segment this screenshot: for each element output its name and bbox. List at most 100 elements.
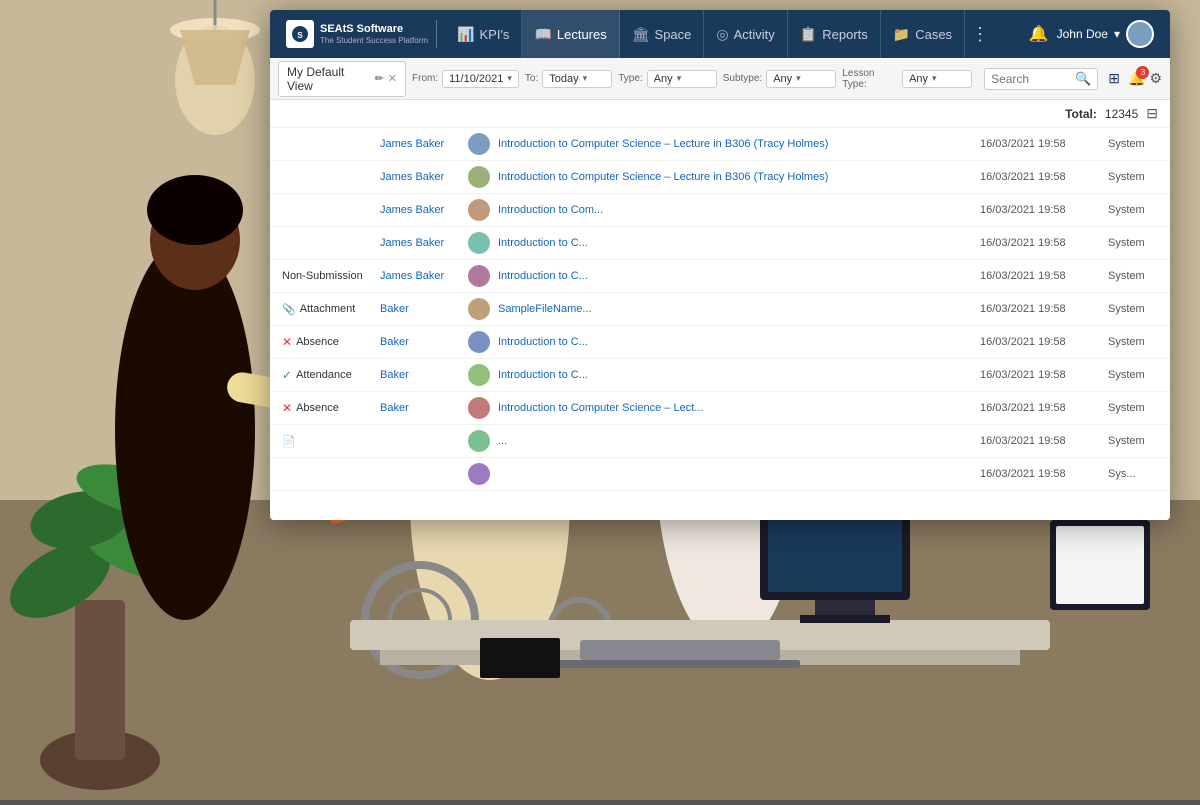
row-type-cell: ✓ Attendance (282, 368, 372, 382)
row-subject-link[interactable]: Introduction to Computer Science – Lect.… (498, 402, 972, 414)
total-label: Total: (1065, 107, 1097, 121)
search-box[interactable]: 🔍 (984, 68, 1098, 90)
more-menu-button[interactable]: ⋮ (965, 24, 995, 45)
row-student-link[interactable]: James Baker (380, 171, 460, 183)
subtype-select[interactable]: Any ▾ (766, 70, 836, 88)
lesson-type-select[interactable]: Any ▾ (902, 70, 972, 88)
nav-logo[interactable]: S SEAtS Software The Student Success Pla… (278, 20, 437, 48)
table-row: ✕ Absence Baker Introduction to Computer… (270, 392, 1170, 425)
row-subject-link[interactable]: Introduction to C... (498, 237, 972, 249)
nav-item-kpis[interactable]: 📊 KPI's (445, 10, 522, 58)
row-subject-link[interactable]: Introduction to C... (498, 369, 972, 381)
search-input[interactable] (991, 72, 1071, 86)
total-bar: Total: 12345 ⊟ (270, 100, 1170, 128)
filter-lesson-type: Lesson Type: Any ▾ (842, 68, 972, 90)
table-row: ✕ Absence Baker Introduction to C... 16/… (270, 326, 1170, 359)
kpis-icon: 📊 (457, 26, 474, 43)
row-student-link[interactable]: James Baker (380, 204, 460, 216)
filter-subtype: Subtype: Any ▾ (723, 70, 836, 88)
from-value: 11/10/2021 (449, 73, 503, 85)
row-student-link[interactable]: Baker (380, 303, 460, 315)
row-student-link[interactable]: Baker (380, 369, 460, 381)
nav-right: 🔔 John Doe ▾ (1021, 20, 1162, 48)
row-date: 16/03/2021 19:58 (980, 270, 1100, 282)
user-menu[interactable]: John Doe ▾ (1057, 20, 1154, 48)
subtype-chevron-icon: ▾ (796, 73, 801, 84)
row-source: System (1108, 204, 1158, 216)
to-label: To: (525, 73, 538, 84)
row-subject-link[interactable]: Introduction to C... (498, 336, 972, 348)
filter-type: Type: Any ▾ (618, 70, 716, 88)
nav-item-cases-label: Cases (915, 27, 952, 42)
table-row: James Baker Introduction to Computer Sci… (270, 161, 1170, 194)
columns-toggle-button[interactable]: ⊟ (1146, 105, 1158, 122)
view-tab[interactable]: My Default View ✏ ✕ (278, 61, 406, 97)
search-icon[interactable]: 🔍 (1075, 71, 1091, 87)
lesson-type-value: Any (909, 73, 928, 85)
row-type-cell: ✕ Absence (282, 401, 372, 415)
settings-button[interactable]: ⚙ (1149, 70, 1162, 87)
row-source: Sys... (1108, 468, 1158, 480)
row-subject-link[interactable]: Introduction to Computer Science – Lectu… (498, 138, 972, 150)
toolbar: My Default View ✏ ✕ From: 11/10/2021 ▾ T… (270, 58, 1170, 100)
avatar (468, 331, 490, 353)
nav-item-cases[interactable]: 📁 Cases (881, 10, 965, 58)
row-source: System (1108, 237, 1158, 249)
table-row: 16/03/2021 19:58 Sys... (270, 458, 1170, 491)
row-student-link[interactable]: Baker (380, 336, 460, 348)
from-select[interactable]: 11/10/2021 ▾ (442, 70, 519, 88)
nav-bar: S SEAtS Software The Student Success Pla… (270, 10, 1170, 58)
row-source: System (1108, 138, 1158, 150)
row-date: 16/03/2021 19:58 (980, 336, 1100, 348)
activity-icon: ◎ (716, 26, 728, 43)
nav-item-lectures[interactable]: 📖 Lectures (522, 10, 619, 58)
row-date: 16/03/2021 19:58 (980, 237, 1100, 249)
row-date: 16/03/2021 19:58 (980, 369, 1100, 381)
row-source: System (1108, 435, 1158, 447)
to-select[interactable]: Today ▾ (542, 70, 612, 88)
avatar (468, 397, 490, 419)
table-row: James Baker Introduction to Com... 16/03… (270, 194, 1170, 227)
app-window: S SEAtS Software The Student Success Pla… (270, 10, 1170, 520)
row-student-link[interactable]: James Baker (380, 138, 460, 150)
lectures-icon: 📖 (534, 26, 551, 43)
cases-icon: 📁 (893, 26, 910, 43)
filter-from: From: 11/10/2021 ▾ (412, 70, 519, 88)
row-student-link[interactable]: Baker (380, 402, 460, 414)
absence-icon: ✕ (282, 401, 292, 415)
row-student-link[interactable]: James Baker (380, 237, 460, 249)
row-date: 16/03/2021 19:58 (980, 468, 1100, 480)
lesson-type-label: Lesson Type: (842, 68, 898, 90)
avatar (468, 232, 490, 254)
table-row: James Baker Introduction to C... 16/03/2… (270, 227, 1170, 260)
edit-view-icon[interactable]: ✏ (375, 72, 384, 85)
table-container: James Baker Introduction to Computer Sci… (270, 128, 1170, 520)
avatar (468, 364, 490, 386)
close-view-icon[interactable]: ✕ (388, 72, 397, 85)
nav-item-activity[interactable]: ◎ Activity (704, 10, 787, 58)
nav-item-activity-label: Activity (734, 27, 775, 42)
row-subject-link[interactable]: Introduction to Com... (498, 204, 972, 216)
row-subject-link[interactable]: Introduction to Computer Science – Lectu… (498, 171, 972, 183)
notifications-bell-icon[interactable]: 🔔 (1029, 24, 1049, 44)
nav-items: 📊 KPI's 📖 Lectures 🏛 Space ◎ Activity 📋 … (445, 10, 1021, 58)
table-row: James Baker Introduction to Computer Sci… (270, 128, 1170, 161)
type-label: Type: (618, 73, 642, 84)
notifications-button[interactable]: 🔔 3 (1128, 70, 1145, 87)
row-subject-link[interactable]: Introduction to C... (498, 270, 972, 282)
type-value: Any (654, 73, 673, 85)
type-select[interactable]: Any ▾ (647, 70, 717, 88)
row-subject-link[interactable]: SampleFileName... (498, 303, 972, 315)
svg-text:S: S (297, 31, 303, 40)
row-date: 16/03/2021 19:58 (980, 171, 1100, 183)
view-tab-label: My Default View (287, 65, 371, 93)
grid-view-button[interactable]: ⊞ (1104, 68, 1124, 89)
row-subject-link[interactable]: ... (498, 435, 972, 447)
table-row: Non-Submission James Baker Introduction … (270, 260, 1170, 293)
row-date: 16/03/2021 19:58 (980, 138, 1100, 150)
nav-item-space[interactable]: 🏛 Space (620, 10, 705, 58)
user-name-label: John Doe (1057, 27, 1108, 41)
nav-item-reports[interactable]: 📋 Reports (788, 10, 881, 58)
absence-icon: ✕ (282, 335, 292, 349)
row-student-link[interactable]: James Baker (380, 270, 460, 282)
